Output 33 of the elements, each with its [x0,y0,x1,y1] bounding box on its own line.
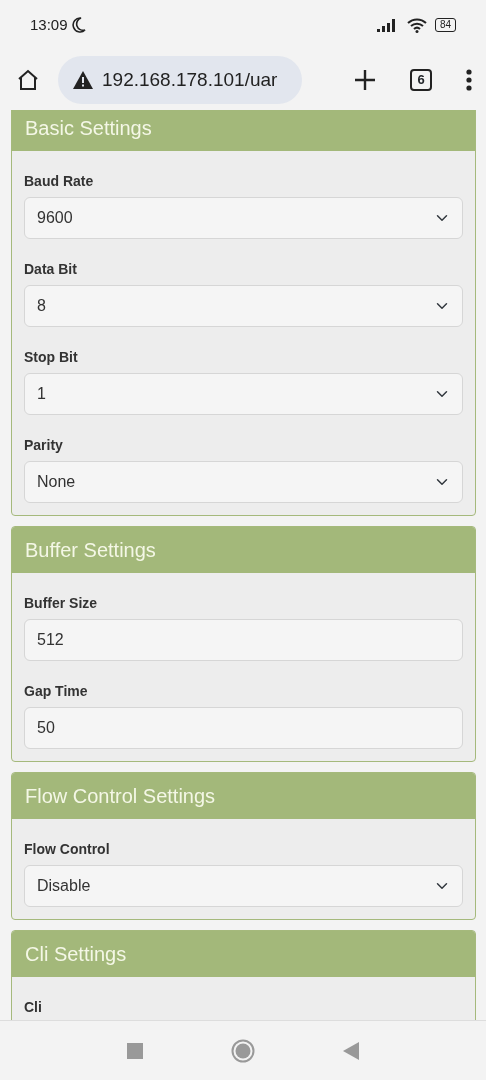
home-icon[interactable] [16,68,40,92]
address-bar[interactable]: 192.168.178.101/uar [58,56,302,104]
card-header: Basic Settings [12,110,475,151]
field-label: Cli [24,998,43,1017]
field-label: Data Bit [24,260,78,279]
back-icon[interactable] [343,1041,359,1060]
field-label: Stop Bit [24,348,79,367]
battery-indicator: 84 [434,18,456,32]
moon-icon [71,17,86,33]
tab-count-button[interactable]: 6 [410,69,432,91]
dropdown[interactable]: None [24,461,463,503]
home-button-icon[interactable] [231,1038,255,1063]
dropdown[interactable]: Disable [24,865,463,907]
field-label: Flow Control [24,840,111,859]
field-label: Parity [24,436,64,455]
dropdown[interactable]: 8 [24,285,463,327]
card-header: Cli Settings [12,931,475,977]
field-label: Baud Rate [24,172,95,191]
status-time: 13:09 [30,14,68,35]
card-header: Buffer Settings [12,527,475,573]
recents-icon[interactable] [127,1042,143,1059]
field-label: Buffer Size [24,594,99,613]
input-field[interactable]: 50 [24,707,463,749]
warning-icon [72,70,94,90]
menu-icon[interactable] [466,69,472,91]
url-text: 192.168.178.101/uar [102,67,278,92]
plus-icon[interactable] [354,69,376,91]
card-header: Flow Control Settings [12,773,475,819]
dropdown[interactable]: 9600 [24,197,463,239]
dropdown[interactable]: 1 [24,373,463,415]
field-label: Gap Time [24,682,89,701]
wifi-icon [406,17,427,33]
input-field[interactable]: 512 [24,619,463,661]
